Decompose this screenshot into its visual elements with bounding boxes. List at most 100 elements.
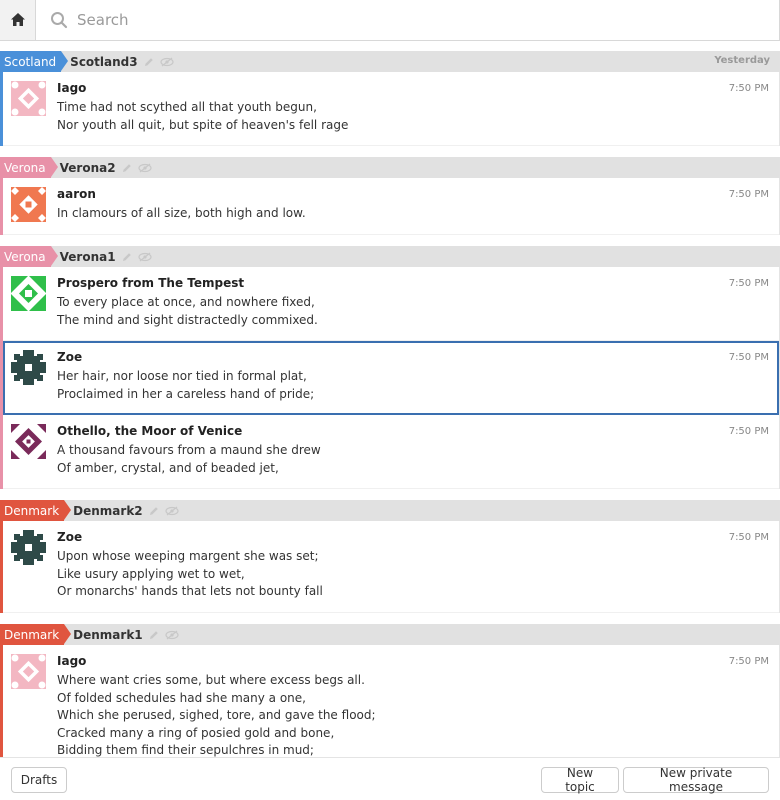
pencil-icon[interactable] (149, 630, 159, 640)
recipient-header: Denmark Denmark2 (0, 500, 780, 521)
new-private-message-button[interactable]: New private message (623, 766, 769, 794)
message-time[interactable]: 7:50 PM (729, 189, 769, 200)
recipient-header: Denmark Denmark1 (0, 624, 780, 645)
message-content: In clamours of all size, both high and l… (57, 205, 306, 223)
top-navbar (0, 0, 780, 41)
recipient-header: Verona Verona1 (0, 246, 780, 267)
topic-name[interactable]: Scotland3 (70, 55, 137, 69)
message-line: Of folded schedules had she many a one, (57, 690, 306, 705)
message-line: Her hair, nor loose nor tied in formal p… (57, 369, 307, 383)
pencil-icon[interactable] (122, 252, 132, 262)
message-line: Proclaimed in her a careless hand of pri… (57, 386, 315, 401)
message-line: Upon whose weeping margent she was set; (57, 549, 319, 563)
message-time[interactable]: 7:50 PM (729, 426, 769, 437)
stream-label: Verona (4, 249, 46, 264)
message-line: To every place at once, and nowhere fixe… (57, 295, 315, 309)
avatar[interactable] (11, 81, 46, 116)
stream-name[interactable]: Verona (0, 246, 58, 267)
recipient-block: Scotland Scotland3 Yesterday Iago 7:50 PM Tim… (0, 51, 780, 146)
avatar[interactable] (11, 350, 46, 385)
message-time[interactable]: 7:50 PM (729, 656, 769, 667)
message-line: Which she perused, sighed, tore, and gav… (57, 708, 376, 722)
message-row[interactable]: Iago 7:50 PM Where want cries some, but wh… (3, 645, 779, 772)
stream-name[interactable]: Scotland (0, 51, 69, 72)
drafts-button[interactable]: Drafts (11, 767, 67, 793)
eye-slash-icon[interactable] (165, 506, 179, 516)
home-button[interactable] (0, 0, 36, 40)
message-line: Where want cries some, but where excess … (57, 673, 365, 687)
message-line: Nor youth all quit, but spite of heaven'… (57, 117, 349, 132)
message-row[interactable]: Iago 7:50 PM Time had not scythed all that… (3, 72, 779, 146)
message-line: The mind and sight distractedly commixed… (57, 312, 318, 327)
compose-bar: Drafts New topic New private message (0, 757, 780, 800)
stream-name[interactable]: Denmark (0, 500, 72, 521)
message-line: Or monarchs' hands that lets not bounty … (57, 584, 323, 598)
message-row[interactable]: Zoe 7:50 PM Her hair, nor loose nor tied i… (3, 341, 779, 415)
avatar[interactable] (11, 276, 46, 311)
sender-name[interactable]: aaron (57, 187, 96, 201)
recipient-block: Verona Verona1 Prospero from The Tempest 7:… (0, 246, 780, 489)
pencil-icon[interactable] (149, 506, 159, 516)
message-line: A thousand favours from a maund she drew (57, 443, 321, 457)
avatar[interactable] (11, 187, 46, 222)
recipient-header: Verona Verona2 (0, 157, 780, 178)
recipient-messages: Prospero from The Tempest 7:50 PM To every… (0, 267, 780, 489)
message-row[interactable]: Zoe 7:50 PM Upon whose weeping margent she… (3, 521, 779, 613)
message-content: To every place at once, and nowhere fixe… (57, 294, 318, 329)
sender-name[interactable]: Othello, the Moor of Venice (57, 424, 242, 438)
sender-name[interactable]: Iago (57, 654, 86, 668)
sender-name[interactable]: Iago (57, 81, 86, 95)
recipient-messages: aaron 7:50 PM In clamours of all size, bot… (0, 178, 780, 235)
stream-label: Denmark (4, 627, 60, 642)
pencil-icon[interactable] (122, 163, 132, 173)
avatar[interactable] (11, 530, 46, 565)
pencil-icon[interactable] (144, 57, 154, 67)
home-icon (10, 11, 25, 30)
stream-label: Denmark (4, 503, 60, 518)
message-row[interactable]: Othello, the Moor of Venice 7:50 PM A thou… (3, 415, 779, 489)
stream-name[interactable]: Verona (0, 157, 58, 178)
message-line: In clamours of all size, both high and l… (57, 206, 306, 220)
message-line: Like usury applying wet to wet, (57, 566, 245, 581)
message-content: Where want cries some, but where excess … (57, 672, 376, 760)
recipient-date: Yesterday (714, 55, 770, 66)
sender-name[interactable]: Zoe (57, 350, 82, 364)
message-time[interactable]: 7:50 PM (729, 83, 769, 94)
stream-name[interactable]: Denmark (0, 624, 72, 645)
topic-name[interactable]: Verona1 (60, 250, 116, 264)
message-row[interactable]: aaron 7:50 PM In clamours of all size, bot… (3, 178, 779, 235)
recipient-messages: Zoe 7:50 PM Upon whose weeping margent she… (0, 521, 780, 613)
topic-name[interactable]: Denmark1 (73, 628, 143, 642)
avatar[interactable] (11, 654, 46, 689)
message-line: Cracked many a ring of posied gold and b… (57, 725, 335, 740)
message-content: Time had not scythed all that youth begu… (57, 99, 348, 134)
topic-name[interactable]: Denmark2 (73, 504, 143, 518)
stream-label: Verona (4, 160, 46, 175)
search-icon[interactable] (45, 0, 73, 40)
stream-label: Scotland (4, 54, 57, 69)
message-time[interactable]: 7:50 PM (729, 278, 769, 289)
search-input[interactable] (73, 0, 779, 40)
message-line: Time had not scythed all that youth begu… (57, 100, 317, 114)
sender-name[interactable]: Prospero from The Tempest (57, 276, 244, 290)
sender-name[interactable]: Zoe (57, 530, 82, 544)
message-time[interactable]: 7:50 PM (729, 532, 769, 543)
message-content: Her hair, nor loose nor tied in formal p… (57, 368, 314, 403)
topic-name[interactable]: Verona2 (60, 161, 116, 175)
message-row[interactable]: Prospero from The Tempest 7:50 PM To every… (3, 267, 779, 341)
avatar[interactable] (11, 424, 46, 459)
eye-slash-icon[interactable] (137, 163, 152, 173)
eye-slash-icon[interactable] (165, 630, 179, 640)
recipient-block: Denmark Denmark1 Iago 7:50 PM Where want cri… (0, 624, 780, 772)
new-topic-button[interactable]: New topic (541, 766, 619, 794)
recipient-messages: Iago 7:50 PM Where want cries some, but wh… (0, 645, 780, 772)
recipient-header: Scotland Scotland3 Yesterday (0, 51, 780, 72)
recipient-block: Verona Verona2 aaron 7:50 PM In clamours of … (0, 157, 780, 235)
eye-slash-icon[interactable] (160, 57, 174, 67)
eye-slash-icon[interactable] (137, 252, 152, 262)
recipient-messages: Iago 7:50 PM Time had not scythed all that… (0, 72, 780, 146)
message-time[interactable]: 7:50 PM (729, 352, 769, 363)
message-content: A thousand favours from a maund she drew… (57, 442, 321, 477)
recipient-block: Denmark Denmark2 Zoe 7:50 PM Upon whose weep… (0, 500, 780, 613)
message-content: Upon whose weeping margent she was set; L… (57, 548, 323, 601)
